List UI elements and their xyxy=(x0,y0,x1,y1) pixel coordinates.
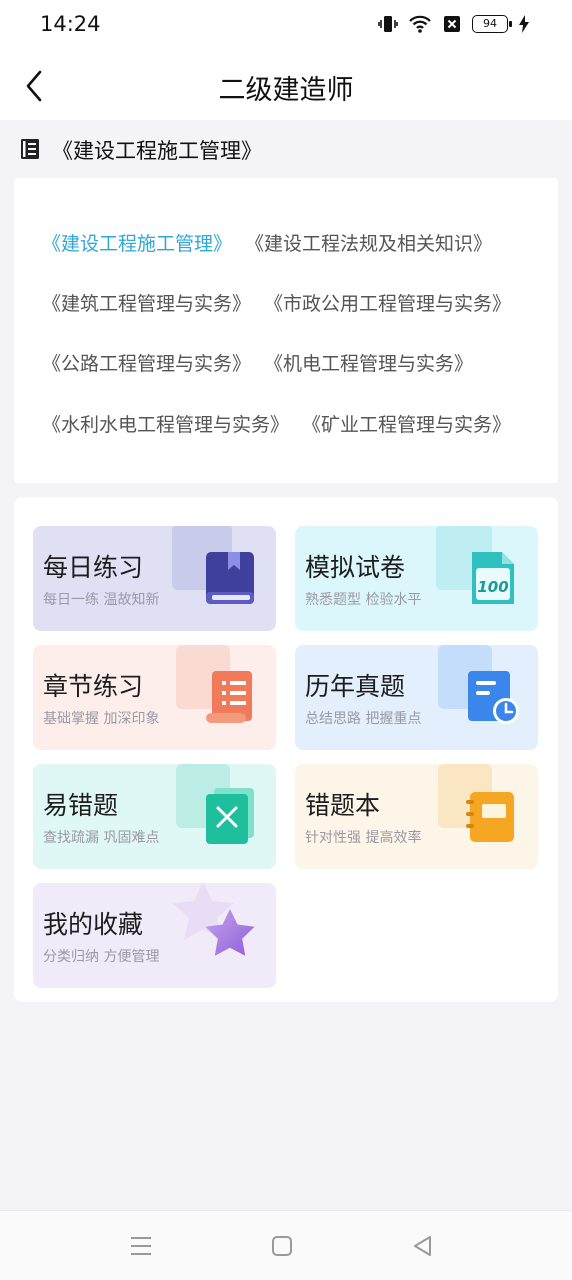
module-title: 易错题 xyxy=(43,791,119,820)
system-nav-bar xyxy=(0,1210,572,1280)
mock-exam-tile[interactable]: 模拟试卷 熟悉题型 检验水平 100 xyxy=(295,526,538,631)
book-icon xyxy=(206,552,254,604)
module-subtitle: 针对性强 提高效率 xyxy=(305,830,422,846)
current-subject-label: 《建设工程施工管理》 xyxy=(52,139,262,163)
module-title: 模拟试卷 xyxy=(305,553,406,582)
subject-option[interactable]: 《公路工程管理与实务》 xyxy=(42,349,251,376)
module-subtitle: 基础掌握 加深印象 xyxy=(43,711,160,727)
charging-icon xyxy=(519,15,529,33)
my-favorites-tile[interactable]: 我的收藏 分类归纳 方便管理 xyxy=(33,883,276,988)
subject-list: 《建设工程施工管理》 《建设工程法规及相关知识》 《建筑工程管理与实务》 《市政… xyxy=(14,178,558,483)
history-doc-icon xyxy=(468,671,519,724)
past-exams-tile[interactable]: 历年真题 总结思路 把握重点 xyxy=(295,645,538,750)
error-card-icon xyxy=(206,788,254,844)
subject-option[interactable]: 《建筑工程管理与实务》 xyxy=(42,289,251,316)
scroll-icon xyxy=(206,671,252,723)
mistake-book-tile[interactable]: 错题本 针对性强 提高效率 xyxy=(295,764,538,869)
module-title: 章节练习 xyxy=(43,672,144,701)
document-icon xyxy=(21,139,39,159)
status-icons: 94 xyxy=(378,14,530,34)
no-sim-icon xyxy=(444,16,460,32)
module-subtitle: 分类归纳 方便管理 xyxy=(43,949,160,965)
module-title: 每日练习 xyxy=(43,553,144,582)
current-subject-row: 《建设工程施工管理》 xyxy=(0,120,572,178)
subject-option[interactable]: 《水利水电工程管理与实务》 xyxy=(42,410,289,437)
star-icon xyxy=(205,909,255,956)
vibrate-icon xyxy=(378,16,398,32)
module-title: 错题本 xyxy=(305,791,381,820)
subject-option[interactable]: 《建设工程法规及相关知识》 xyxy=(245,229,492,256)
subject-option[interactable]: 《建设工程施工管理》 xyxy=(42,229,232,256)
module-title: 我的收藏 xyxy=(43,910,144,939)
wifi-icon xyxy=(409,15,431,33)
home-icon[interactable] xyxy=(269,1233,295,1259)
chapter-practice-tile[interactable]: 章节练习 基础掌握 加深印象 xyxy=(33,645,276,750)
status-bar: 14:24 94 xyxy=(0,0,572,52)
error-prone-tile[interactable]: 易错题 查找疏漏 巩固难点 xyxy=(33,764,276,869)
notebook-icon xyxy=(466,792,514,842)
module-subtitle: 熟悉题型 检验水平 xyxy=(305,592,422,608)
daily-practice-tile[interactable]: 每日练习 每日一练 温故知新 xyxy=(33,526,276,631)
nav-bar: 二级建造师 xyxy=(0,52,572,120)
exam-paper-icon: 100 xyxy=(472,552,514,604)
status-time: 14:24 xyxy=(40,12,101,36)
module-subtitle: 每日一练 温故知新 xyxy=(43,592,160,608)
back-icon[interactable] xyxy=(410,1233,436,1259)
module-title: 历年真题 xyxy=(305,672,406,701)
subject-option[interactable]: 《机电工程管理与实务》 xyxy=(264,349,473,376)
subject-option[interactable]: 《市政公用工程管理与实务》 xyxy=(264,289,511,316)
svg-text:100: 100 xyxy=(477,578,508,596)
page-title: 二级建造师 xyxy=(218,75,354,106)
menu-icon[interactable] xyxy=(128,1233,154,1259)
module-subtitle: 总结思路 把握重点 xyxy=(305,711,422,727)
practice-modules: 每日练习 每日一练 温故知新 模拟试卷 熟悉题型 检验水平 100 章节练习 基… xyxy=(14,497,558,1002)
subject-option[interactable]: 《矿业工程管理与实务》 xyxy=(302,410,511,437)
module-subtitle: 查找疏漏 巩固难点 xyxy=(43,830,160,846)
battery-icon: 94 xyxy=(472,15,512,33)
